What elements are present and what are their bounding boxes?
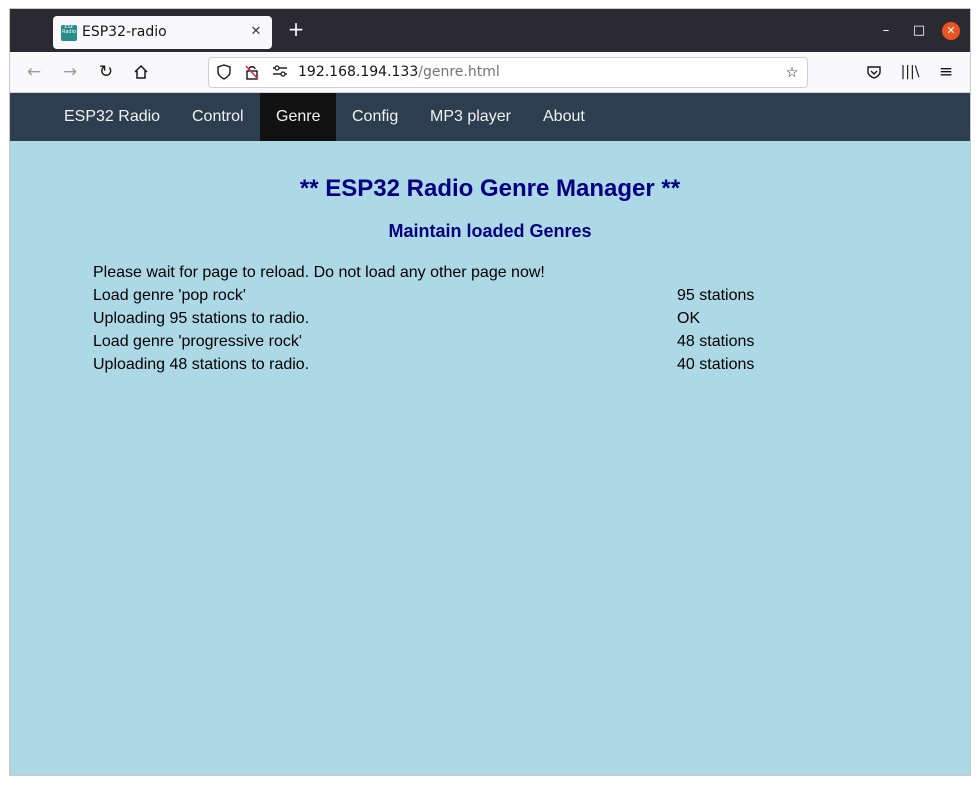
permissions-icon[interactable] xyxy=(271,64,289,82)
log-row: Uploading 48 stations to radio. 40 stati… xyxy=(93,353,793,376)
forward-arrow-icon[interactable]: → xyxy=(60,62,80,82)
favicon-text: ESP Radio xyxy=(61,25,77,35)
log-message: Load genre 'progressive rock' xyxy=(93,333,302,350)
site-navigation: ESP32 Radio Control Genre Config MP3 pla… xyxy=(10,93,970,141)
url-host: 192.168.194.133 xyxy=(298,64,419,80)
maximize-window-icon[interactable]: □ xyxy=(909,21,929,41)
log-row: Uploading 95 stations to radio. OK xyxy=(93,307,793,330)
close-window-icon[interactable]: ✕ xyxy=(942,22,960,40)
log-row: Please wait for page to reload. Do not l… xyxy=(93,261,793,284)
genre-log: Please wait for page to reload. Do not l… xyxy=(93,261,793,376)
browser-window: ESP Radio ESP32-radio ✕ + – □ ✕ ← → ↻ 19… xyxy=(9,8,971,776)
tab-strip: ESP Radio ESP32-radio ✕ + – □ ✕ xyxy=(10,9,970,52)
bookmark-star-icon[interactable]: ☆ xyxy=(783,64,801,82)
nav-about[interactable]: About xyxy=(527,93,601,141)
page-title: ** ESP32 Radio Genre Manager ** xyxy=(299,175,681,202)
navigation-toolbar: ← → ↻ 192.168.194.133/genre.html ☆ |||\ … xyxy=(10,52,970,93)
esp-radio-favicon-icon: ESP Radio xyxy=(61,25,77,41)
nav-genre[interactable]: Genre xyxy=(260,93,337,141)
nav-mp3-player[interactable]: MP3 player xyxy=(414,93,527,141)
log-result: 40 stations xyxy=(677,356,755,373)
reload-icon[interactable]: ↻ xyxy=(96,62,116,82)
nav-config[interactable]: Config xyxy=(336,93,414,141)
log-result: 95 stations xyxy=(677,287,755,304)
back-arrow-icon[interactable]: ← xyxy=(24,62,44,82)
log-message: Please wait for page to reload. Do not l… xyxy=(93,264,545,281)
library-icon[interactable]: |||\ xyxy=(900,62,920,82)
page-subtitle: Maintain loaded Genres xyxy=(388,221,592,241)
log-message: Uploading 95 stations to radio. xyxy=(93,310,310,327)
minimize-window-icon[interactable]: – xyxy=(876,21,896,41)
nav-esp32-radio[interactable]: ESP32 Radio xyxy=(48,93,176,141)
log-result: 48 stations xyxy=(677,333,755,350)
nav-control[interactable]: Control xyxy=(176,93,260,141)
hamburger-menu-icon[interactable]: ≡ xyxy=(936,62,956,82)
pocket-icon[interactable] xyxy=(864,62,884,82)
log-message: Uploading 48 stations to radio. xyxy=(93,356,310,373)
url-path: /genre.html xyxy=(418,64,500,80)
page-content: ** ESP32 Radio Genre Manager ** Maintain… xyxy=(10,141,970,775)
home-icon[interactable] xyxy=(131,62,151,82)
log-row: Load genre 'progressive rock' 48 station… xyxy=(93,330,793,353)
close-tab-icon[interactable]: ✕ xyxy=(246,22,266,42)
shield-icon[interactable] xyxy=(215,64,233,82)
log-result: OK xyxy=(677,310,701,327)
log-message: Load genre 'pop rock' xyxy=(93,287,246,304)
log-row: Load genre 'pop rock' 95 stations xyxy=(93,284,793,307)
url-text[interactable]: 192.168.194.133/genre.html xyxy=(298,64,500,80)
tab-title: ESP32-radio xyxy=(82,24,167,40)
new-tab-button[interactable]: + xyxy=(286,19,306,39)
insecure-lock-icon[interactable] xyxy=(243,64,261,82)
address-bar[interactable]: 192.168.194.133/genre.html ☆ xyxy=(208,57,808,88)
browser-tab[interactable]: ESP Radio ESP32-radio ✕ xyxy=(53,16,272,49)
